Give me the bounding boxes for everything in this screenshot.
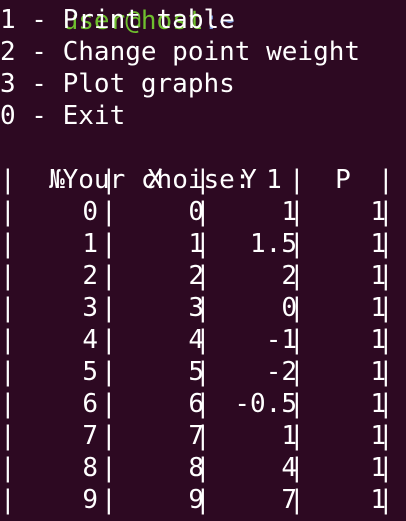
- cell-x: 0: [188, 197, 204, 227]
- cell-y: 7: [281, 485, 297, 515]
- cell-x: 9: [188, 485, 204, 515]
- terminal-window[interactable]: user@host:~ 1 - Print table 2 - Change p…: [0, 0, 406, 521]
- cell-number: 5: [82, 357, 98, 387]
- table-border: |: [378, 325, 394, 355]
- table-border: |: [378, 485, 394, 515]
- cell-y: -2: [265, 357, 297, 387]
- cell-y: 1.5: [250, 229, 297, 259]
- menu-item-plot-graphs: 3 - Plot graphs: [0, 69, 235, 99]
- table-border: |: [378, 165, 394, 195]
- cell-number: 8: [82, 453, 98, 483]
- header-x: X: [147, 165, 163, 195]
- cell-y: 1: [281, 197, 297, 227]
- table-border: |: [378, 197, 394, 227]
- table-border: |: [378, 293, 394, 323]
- cell-p: 1: [370, 485, 386, 515]
- cell-number: 3: [82, 293, 98, 323]
- cell-p: 1: [370, 293, 386, 323]
- menu-item-change-weight: 2 - Change point weight: [0, 37, 361, 67]
- menu-item-exit: 0 - Exit: [0, 101, 126, 131]
- table-row: | 6 | 6 | -0.5 | 1 |: [0, 388, 406, 420]
- cell-y: 1: [281, 421, 297, 451]
- table-header-row: | № | X | Y | P |: [0, 164, 406, 196]
- choice-prompt-line[interactable]: Your choise: 1: [0, 132, 282, 195]
- cell-x: 1: [188, 229, 204, 259]
- table-row: | 2 | 2 | 2 | 1 |: [0, 260, 406, 292]
- table-border: |: [101, 165, 117, 195]
- header-number: №: [49, 165, 65, 195]
- header-y: Y: [241, 165, 257, 195]
- cell-x: 3: [188, 293, 204, 323]
- cell-p: 1: [370, 357, 386, 387]
- table-row: | 3 | 3 | 0 | 1 |: [0, 292, 406, 324]
- table-row: | 9 | 9 | 7 | 1 |: [0, 484, 406, 516]
- cell-number: 2: [82, 261, 98, 291]
- cell-p: 1: [370, 197, 386, 227]
- cell-number: 7: [82, 421, 98, 451]
- table-row: | 0 | 0 | 1 | 1 |: [0, 196, 406, 228]
- cell-y: -0.5: [234, 389, 297, 419]
- table-border: |: [378, 229, 394, 259]
- cell-p: 1: [370, 389, 386, 419]
- cell-y: -1: [265, 325, 297, 355]
- table-border: |: [289, 165, 305, 195]
- cell-p: 1: [370, 453, 386, 483]
- table-row: | 5 | 5 | -2 | 1 |: [0, 356, 406, 388]
- cell-number: 0: [82, 197, 98, 227]
- cell-p: 1: [370, 421, 386, 451]
- cell-x: 2: [188, 261, 204, 291]
- table-row: | 4 | 4 | -1 | 1 |: [0, 324, 406, 356]
- table-border: |: [378, 389, 394, 419]
- table-body: | 0 | 0 | 1 | 1 | | 1 | 1 | 1.5 | 1 | | 2 | 2 | 2 | 1 | | 3 | 3 | 0 | 1 | | 4…: [0, 196, 406, 516]
- cell-p: 1: [370, 325, 386, 355]
- cell-y: 0: [281, 293, 297, 323]
- table-border: |: [378, 453, 394, 483]
- points-table: | № | X | Y | P | | 0 | 0 | 1 | 1 | | 1 | 1 | 1.5 | 1 | | 2…: [0, 164, 406, 516]
- table-row: | 7 | 7 | 1 | 1 |: [0, 420, 406, 452]
- table-row: | 8 | 8 | 4 | 1 |: [0, 452, 406, 484]
- menu-item-print-table: 1 - Print table: [0, 5, 235, 35]
- cell-x: 8: [188, 453, 204, 483]
- cell-y: 4: [281, 453, 297, 483]
- table-border: |: [195, 165, 211, 195]
- cell-number: 4: [82, 325, 98, 355]
- cell-number: 9: [82, 485, 98, 515]
- cell-number: 6: [82, 389, 98, 419]
- cell-number: 1: [82, 229, 98, 259]
- table-border: |: [378, 357, 394, 387]
- header-p: P: [335, 165, 351, 195]
- cell-x: 4: [188, 325, 204, 355]
- cell-x: 7: [188, 421, 204, 451]
- cell-y: 2: [281, 261, 297, 291]
- cell-p: 1: [370, 229, 386, 259]
- table-border: |: [0, 165, 16, 195]
- cell-x: 6: [188, 389, 204, 419]
- table-border: |: [378, 261, 394, 291]
- cell-x: 5: [188, 357, 204, 387]
- table-row: | 1 | 1 | 1.5 | 1 |: [0, 228, 406, 260]
- cell-p: 1: [370, 261, 386, 291]
- table-border: |: [378, 421, 394, 451]
